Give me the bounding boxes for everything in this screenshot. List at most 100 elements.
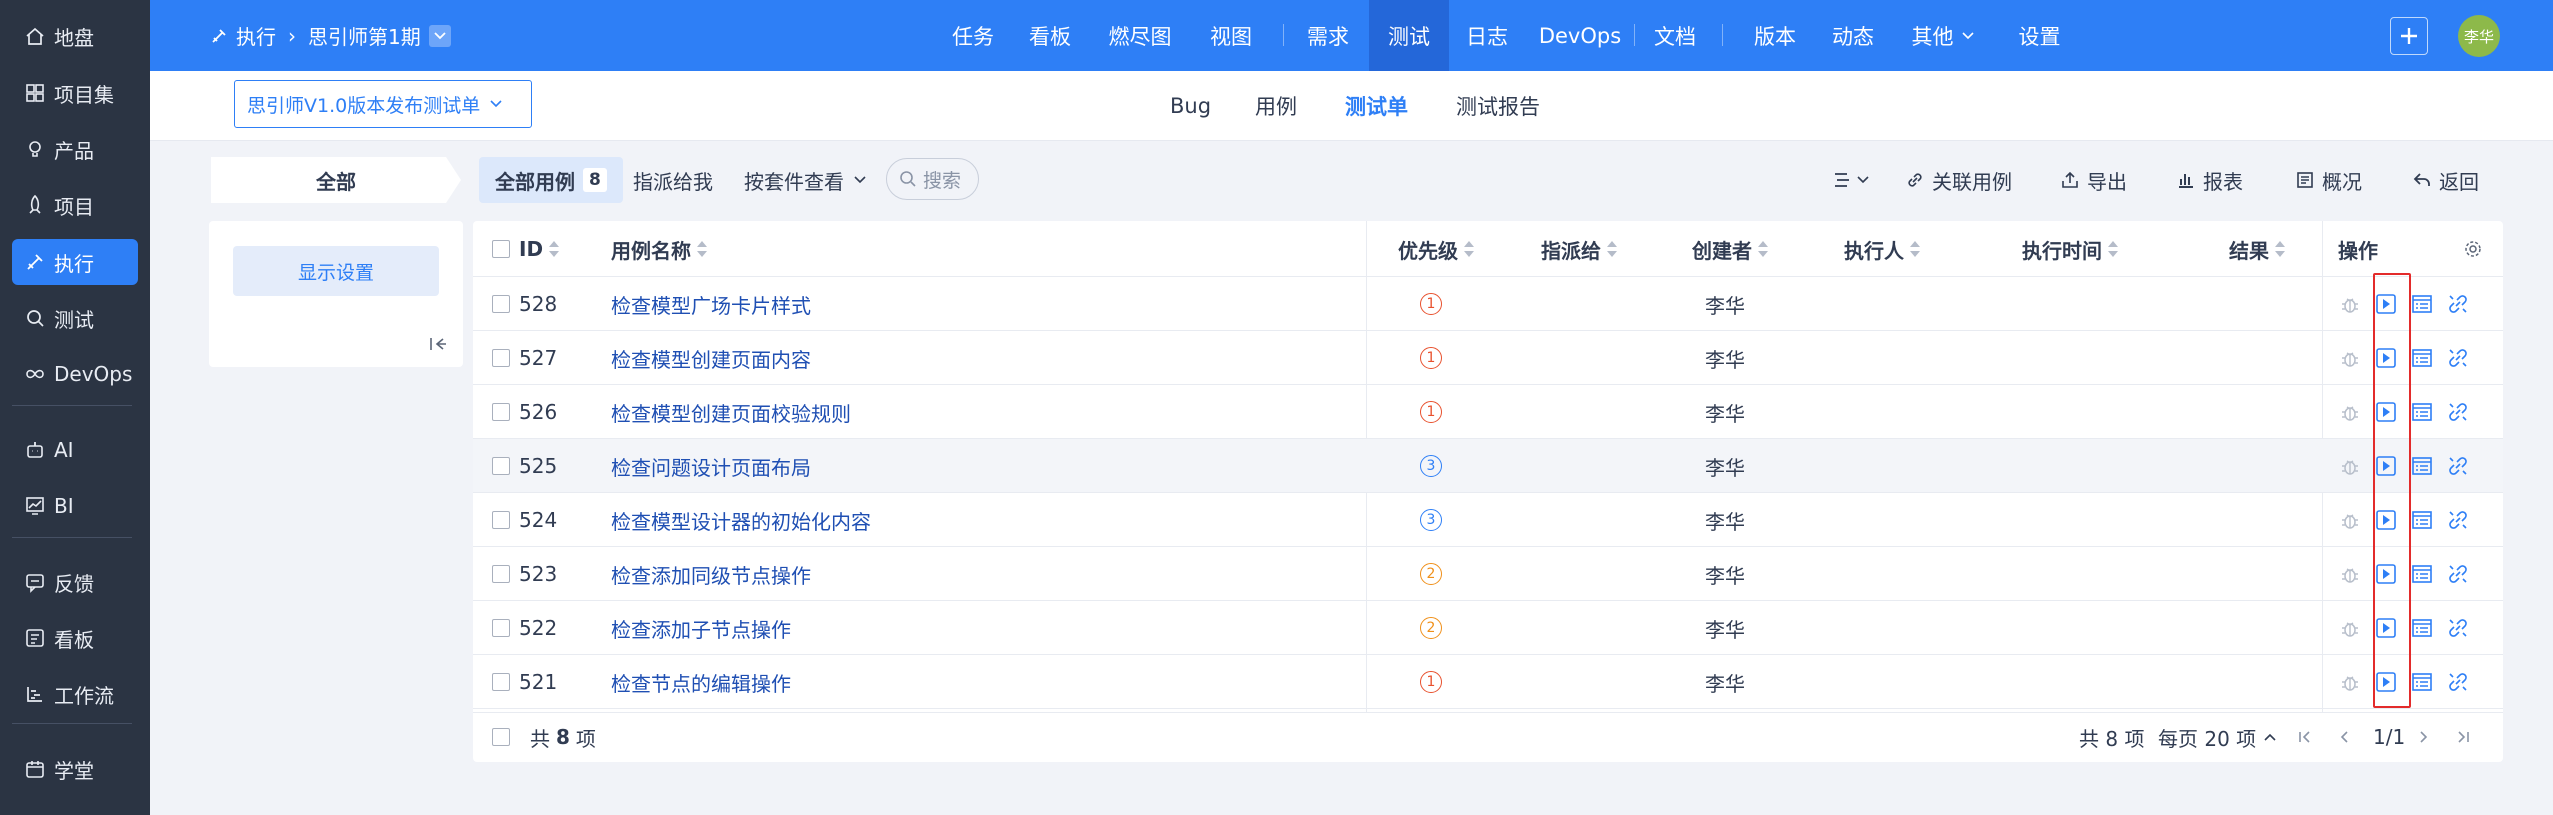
sidebar-item-12[interactable]: 学堂 <box>12 746 138 792</box>
unlink-icon[interactable] <box>2445 399 2471 425</box>
tab-testsheet[interactable]: 测试单 <box>1345 71 1408 141</box>
report-button[interactable]: 报表 <box>2177 157 2243 203</box>
results-list-icon[interactable] <box>2409 615 2435 641</box>
display-settings-button[interactable]: 显示设置 <box>233 246 439 296</box>
select-all-checkbox[interactable] <box>492 240 510 258</box>
view-mode-dropdown[interactable] <box>1833 157 1877 203</box>
results-list-icon[interactable] <box>2409 399 2435 425</box>
nav-item-8[interactable]: 文档 <box>1640 0 1710 71</box>
results-list-icon[interactable] <box>2409 507 2435 533</box>
case-title-link[interactable]: 检查模型设计器的初始化内容 <box>611 493 871 547</box>
case-title-link[interactable]: 检查节点的编辑操作 <box>611 655 791 709</box>
first-page-icon[interactable] <box>2295 713 2315 761</box>
nav-item-7[interactable]: DevOps <box>1525 0 1635 71</box>
bug-icon[interactable] <box>2337 453 2363 479</box>
nav-item-2[interactable]: 燃尽图 <box>1095 0 1185 71</box>
table-row[interactable]: 527 检查模型创建页面内容 1 李华 <box>473 331 2503 385</box>
bug-icon[interactable] <box>2337 561 2363 587</box>
sidebar-item-0[interactable]: 地盘 <box>12 13 138 59</box>
column-header-assigned-to[interactable]: 指派给 <box>1541 221 1617 277</box>
breadcrumb-module[interactable]: 执行 <box>236 21 276 50</box>
nav-item-3[interactable]: 视图 <box>1196 0 1266 71</box>
table-row[interactable]: 523 检查添加同级节点操作 2 李华 <box>473 547 2503 601</box>
tab-cases[interactable]: 用例 <box>1255 71 1297 141</box>
table-row[interactable]: 521 检查节点的编辑操作 1 李华 <box>473 655 2503 709</box>
tab-test-report[interactable]: 测试报告 <box>1456 71 1540 141</box>
case-title-link[interactable]: 检查添加子节点操作 <box>611 601 791 655</box>
sidebar-item-1[interactable]: 项目集 <box>12 70 138 116</box>
unlink-icon[interactable] <box>2445 507 2471 533</box>
all-filter-tab[interactable]: 全部 <box>211 157 461 203</box>
prev-page-icon[interactable] <box>2335 713 2355 761</box>
results-list-icon[interactable] <box>2409 669 2435 695</box>
collapse-left-icon[interactable] <box>427 333 449 355</box>
by-suite-dropdown[interactable]: 按套件查看 <box>744 157 866 203</box>
results-list-icon[interactable] <box>2409 453 2435 479</box>
sidebar-item-7[interactable]: AI <box>12 427 138 473</box>
sidebar-item-5[interactable]: 测试 <box>12 295 138 341</box>
nav-item-0[interactable]: 任务 <box>928 0 1018 71</box>
sidebar-item-10[interactable]: 看板 <box>12 615 138 661</box>
unlink-icon[interactable] <box>2445 345 2471 371</box>
row-checkbox[interactable] <box>492 673 510 691</box>
row-checkbox[interactable] <box>492 403 510 421</box>
nav-item-4[interactable]: 需求 <box>1288 0 1368 71</box>
unlink-icon[interactable] <box>2445 291 2471 317</box>
row-checkbox[interactable] <box>492 349 510 367</box>
create-plus-button[interactable] <box>2390 17 2428 55</box>
last-page-icon[interactable] <box>2453 713 2473 761</box>
nav-item-6[interactable]: 日志 <box>1447 0 1527 71</box>
case-title-link[interactable]: 检查模型创建页面校验规则 <box>611 385 851 439</box>
column-header-title[interactable]: 用例名称 <box>611 221 707 277</box>
unlink-icon[interactable] <box>2445 615 2471 641</box>
tab-bug[interactable]: Bug <box>1170 71 1211 141</box>
unlink-icon[interactable] <box>2445 453 2471 479</box>
sidebar-item-9[interactable]: 反馈 <box>12 559 138 605</box>
testsheet-selector[interactable]: 思引师V1.0版本发布测试单 <box>234 80 532 128</box>
sidebar-item-2[interactable]: 产品 <box>12 126 138 172</box>
nav-item-12[interactable]: 设置 <box>2002 0 2077 71</box>
table-row[interactable]: 525 检查问题设计页面布局 3 李华 <box>473 439 2503 493</box>
execution-dropdown-icon[interactable] <box>428 24 451 47</box>
bug-icon[interactable] <box>2337 399 2363 425</box>
link-case-button[interactable]: 关联用例 <box>1906 157 2012 203</box>
nav-item-11[interactable]: 其他 <box>1895 0 1990 71</box>
next-page-icon[interactable] <box>2413 713 2433 761</box>
case-title-link[interactable]: 检查添加同级节点操作 <box>611 547 811 601</box>
overview-button[interactable]: 概况 <box>2296 157 2362 203</box>
per-page-dropdown[interactable]: 每页 20 项 <box>2158 713 2276 761</box>
nav-item-10[interactable]: 动态 <box>1813 0 1893 71</box>
table-row[interactable]: 522 检查添加子节点操作 2 李华 <box>473 601 2503 655</box>
assigned-to-me-tab[interactable]: 指派给我 <box>633 157 713 203</box>
nav-item-1[interactable]: 看板 <box>1010 0 1090 71</box>
table-row[interactable]: 524 检查模型设计器的初始化内容 3 李华 <box>473 493 2503 547</box>
search-box[interactable]: 搜索 <box>886 158 979 200</box>
breadcrumb-execution[interactable]: 思引师第1期 <box>308 21 421 50</box>
sidebar-item-3[interactable]: 项目 <box>12 182 138 228</box>
row-checkbox[interactable] <box>492 619 510 637</box>
bug-icon[interactable] <box>2337 291 2363 317</box>
table-row[interactable]: 526 检查模型创建页面校验规则 1 李华 <box>473 385 2503 439</box>
bug-icon[interactable] <box>2337 669 2363 695</box>
results-list-icon[interactable] <box>2409 291 2435 317</box>
table-row[interactable]: 528 检查模型广场卡片样式 1 李华 <box>473 277 2503 331</box>
column-header-id[interactable]: ID <box>519 221 560 277</box>
footer-select-all-checkbox[interactable] <box>492 728 510 746</box>
sidebar-item-4[interactable]: 执行 <box>12 239 138 285</box>
column-header-exec-time[interactable]: 执行时间 <box>2022 221 2118 277</box>
column-settings-gear-icon[interactable] <box>2463 239 2483 259</box>
bug-icon[interactable] <box>2337 345 2363 371</box>
export-button[interactable]: 导出 <box>2061 157 2127 203</box>
results-list-icon[interactable] <box>2409 345 2435 371</box>
results-list-icon[interactable] <box>2409 561 2435 587</box>
sidebar-item-11[interactable]: 工作流 <box>12 671 138 717</box>
bug-icon[interactable] <box>2337 507 2363 533</box>
column-header-result[interactable]: 结果 <box>2229 221 2285 277</box>
unlink-icon[interactable] <box>2445 669 2471 695</box>
case-title-link[interactable]: 检查模型广场卡片样式 <box>611 277 811 331</box>
row-checkbox[interactable] <box>492 295 510 313</box>
row-checkbox[interactable] <box>492 565 510 583</box>
bug-icon[interactable] <box>2337 615 2363 641</box>
sidebar-item-6[interactable]: DevOps <box>12 351 138 397</box>
column-header-creator[interactable]: 创建者 <box>1692 221 1768 277</box>
